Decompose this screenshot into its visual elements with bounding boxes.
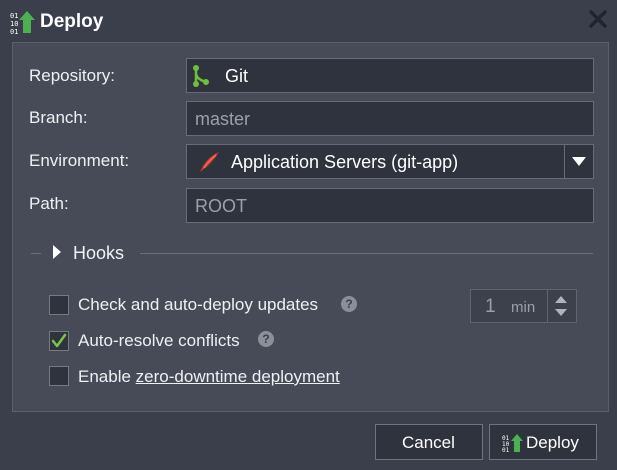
auto-deploy-help-icon[interactable]: ? xyxy=(341,296,357,312)
svg-text:01: 01 xyxy=(10,12,18,20)
zero-downtime-checkbox[interactable] xyxy=(49,366,69,386)
hooks-divider-right xyxy=(140,253,593,254)
dialog-title: Deploy xyxy=(40,11,104,32)
branch-label: Branch: xyxy=(29,108,88,127)
svg-text:01: 01 xyxy=(10,28,18,34)
expand-arrow-icon[interactable] xyxy=(53,245,61,259)
path-value: ROOT xyxy=(195,196,247,216)
environment-label: Environment: xyxy=(29,151,130,170)
auto-deploy-checkbox[interactable] xyxy=(49,295,69,315)
environment-value: Application Servers (git-app) xyxy=(231,152,459,172)
deploy-icon: 01 10 01 xyxy=(10,10,36,36)
deploy-icon: 01 10 01 xyxy=(502,434,523,453)
spinner-buttons xyxy=(547,290,576,322)
title-bar: 01 10 01 Deploy xyxy=(0,0,617,42)
dropdown-trigger[interactable] xyxy=(564,145,593,178)
interval-spinner[interactable]: 1 min xyxy=(470,289,577,323)
svg-text:10: 10 xyxy=(10,20,18,28)
deploy-button-label: Deploy xyxy=(526,433,579,452)
auto-resolve-help-icon[interactable]: ? xyxy=(258,331,274,347)
branch-field[interactable]: master xyxy=(186,101,594,136)
spinner-up-icon[interactable] xyxy=(555,296,567,303)
deploy-dialog: 01 10 01 Deploy Repository: Git Branch: … xyxy=(0,0,617,470)
zero-downtime-prefix: Enable xyxy=(78,367,136,386)
deploy-button[interactable]: 01 10 01 Deploy xyxy=(489,424,597,460)
zero-downtime-link[interactable]: zero-downtime deployment xyxy=(136,367,340,386)
cancel-button[interactable]: Cancel xyxy=(375,424,483,460)
interval-value: 1 xyxy=(485,296,496,317)
hooks-divider-left xyxy=(31,253,41,254)
environment-select[interactable]: Application Servers (git-app) xyxy=(186,144,594,179)
auto-resolve-label: Auto-resolve conflicts xyxy=(78,331,240,350)
hooks-toggle[interactable]: Hooks xyxy=(73,243,124,264)
interval-unit: min xyxy=(511,299,536,316)
spinner-down-icon[interactable] xyxy=(555,309,567,316)
close-icon[interactable] xyxy=(587,8,609,30)
chevron-down-icon xyxy=(572,157,586,166)
path-field[interactable]: ROOT xyxy=(186,188,594,223)
repository-field: Git xyxy=(186,58,594,93)
checkmark-icon xyxy=(51,333,67,348)
application-server-icon xyxy=(197,150,221,174)
path-label: Path: xyxy=(29,194,69,213)
branch-value: master xyxy=(195,109,251,129)
zero-downtime-label: Enable zero-downtime deployment xyxy=(78,367,340,387)
auto-deploy-label: Check and auto-deploy updates xyxy=(78,295,319,314)
repository-value: Git xyxy=(225,66,249,86)
repository-label: Repository: xyxy=(29,66,115,85)
git-branch-icon xyxy=(191,64,211,88)
cancel-button-label: Cancel xyxy=(402,433,455,452)
auto-resolve-checkbox[interactable] xyxy=(49,331,69,351)
svg-text:01: 01 xyxy=(502,447,510,453)
deploy-settings-panel: Repository: Git Branch: master Environme… xyxy=(12,42,609,412)
